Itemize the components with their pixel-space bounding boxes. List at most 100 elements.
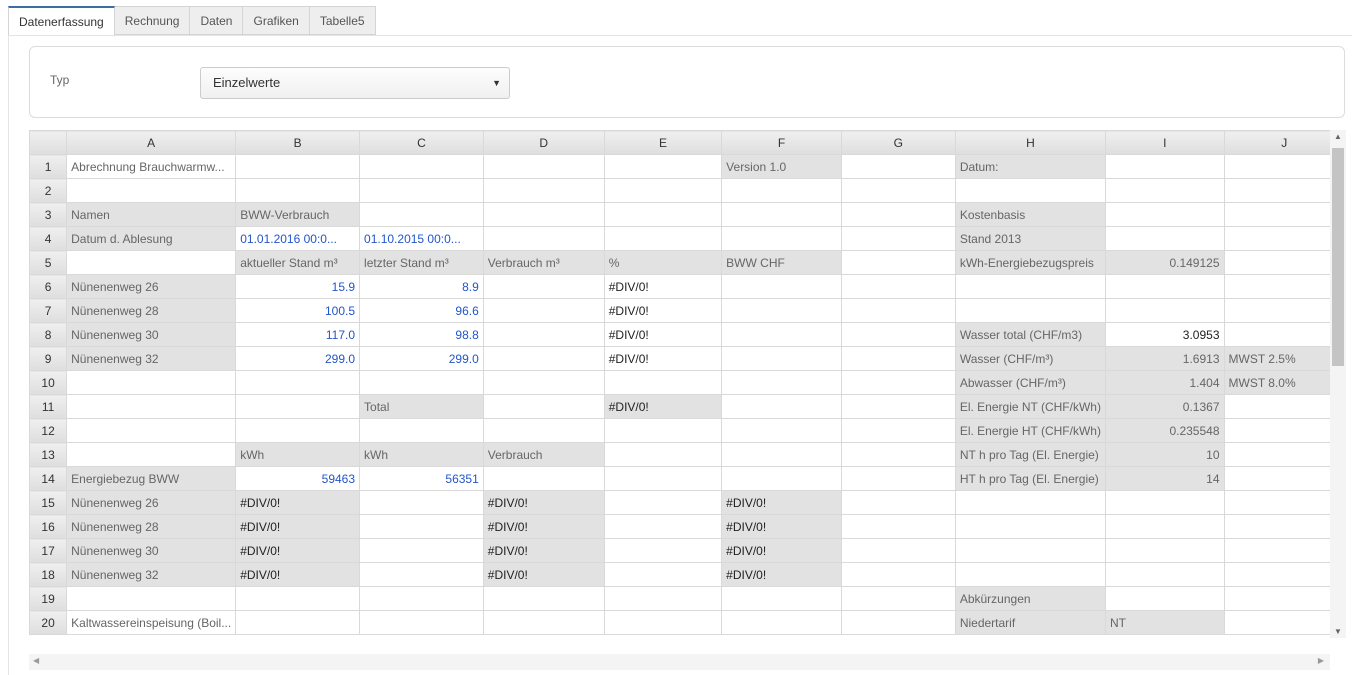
cell-f17[interactable]: #DIV/0! [721,538,842,563]
cell-h3[interactable]: Kostenbasis [954,202,1106,227]
cell-a2[interactable] [66,178,237,203]
cell-i16[interactable] [1104,514,1225,539]
cell-g1[interactable] [840,154,956,179]
cell-h16[interactable] [954,514,1106,539]
cell-c10[interactable] [359,370,484,395]
cell-g11[interactable] [840,394,956,419]
cell-c11[interactable]: Total [359,394,484,419]
cell-b15[interactable]: #DIV/0! [235,490,361,515]
cell-f9[interactable] [721,346,842,371]
row-header[interactable]: 7 [29,298,68,323]
cell-d11[interactable] [482,394,605,419]
cell-g8[interactable] [840,322,956,347]
cell-j4[interactable] [1223,226,1345,251]
cell-a11[interactable] [66,394,237,419]
cell-d6[interactable] [482,274,605,299]
cell-d1[interactable] [482,154,605,179]
cell-d15[interactable]: #DIV/0! [482,490,605,515]
cell-f3[interactable] [721,202,842,227]
cell-g13[interactable] [840,442,956,467]
cell-a5[interactable] [66,250,237,275]
cell-i4[interactable] [1104,226,1225,251]
cell-j6[interactable] [1223,274,1345,299]
row-header[interactable]: 17 [29,538,68,563]
cell-a8[interactable]: Nünenenweg 30 [66,322,237,347]
cell-h9[interactable]: Wasser (CHF/m³) [954,346,1106,371]
row-header[interactable]: 4 [29,226,68,251]
row-header[interactable]: 10 [29,370,68,395]
cell-e6[interactable]: #DIV/0! [603,274,723,299]
cell-c18[interactable] [359,562,484,587]
cell-h6[interactable] [954,274,1106,299]
row-header[interactable]: 13 [29,442,68,467]
cell-i13[interactable]: 10 [1104,442,1225,467]
cell-b18[interactable]: #DIV/0! [235,562,361,587]
cell-e1[interactable] [603,154,723,179]
row-header[interactable]: 16 [29,514,68,539]
cell-a18[interactable]: Nünenenweg 32 [66,562,237,587]
cell-c7[interactable]: 96.6 [359,298,484,323]
column-header-i[interactable]: I [1104,130,1225,155]
cell-c2[interactable] [359,178,484,203]
cell-e20[interactable] [603,610,723,635]
cell-i7[interactable] [1104,298,1225,323]
cell-e18[interactable] [603,562,723,587]
row-header[interactable]: 5 [29,250,68,275]
cell-f10[interactable] [721,370,842,395]
cell-h5[interactable]: kWh-Energiebezugspreis [954,250,1106,275]
cell-i1[interactable] [1104,154,1225,179]
cell-b8[interactable]: 117.0 [235,322,361,347]
cell-c19[interactable] [359,586,484,611]
cell-c4[interactable]: 01.10.2015 00:0... [359,226,484,251]
cell-b11[interactable] [235,394,361,419]
cell-j7[interactable] [1223,298,1345,323]
cell-d5[interactable]: Verbrauch m³ [482,250,605,275]
cell-b20[interactable] [235,610,361,635]
cell-i3[interactable] [1104,202,1225,227]
cell-d16[interactable]: #DIV/0! [482,514,605,539]
cell-j18[interactable] [1223,562,1345,587]
cell-g14[interactable] [840,466,956,491]
cell-j2[interactable] [1223,178,1345,203]
cell-c14[interactable]: 56351 [359,466,484,491]
column-header-c[interactable]: C [359,130,484,155]
cell-a4[interactable]: Datum d. Ablesung [66,226,237,251]
cell-i10[interactable]: 1.404 [1104,370,1225,395]
cell-e8[interactable]: #DIV/0! [603,322,723,347]
cell-i17[interactable] [1104,538,1225,563]
cell-i2[interactable] [1104,178,1225,203]
cell-g18[interactable] [840,562,956,587]
cell-h12[interactable]: El. Energie HT (CHF/kWh) [954,418,1106,443]
column-header-e[interactable]: E [603,130,723,155]
cell-e19[interactable] [603,586,723,611]
cell-a10[interactable] [66,370,237,395]
cell-f11[interactable] [721,394,842,419]
cell-j10[interactable]: MWST 8.0% [1223,370,1345,395]
cell-a17[interactable]: Nünenenweg 30 [66,538,237,563]
cell-g10[interactable] [840,370,956,395]
tab-daten[interactable]: Daten [190,6,244,35]
cell-j5[interactable] [1223,250,1345,275]
cell-g12[interactable] [840,418,956,443]
cell-i14[interactable]: 14 [1104,466,1225,491]
cell-h17[interactable] [954,538,1106,563]
cell-j1[interactable] [1223,154,1345,179]
cell-a16[interactable]: Nünenenweg 28 [66,514,237,539]
row-header[interactable]: 14 [29,466,68,491]
cell-e5[interactable]: % [603,250,723,275]
cell-b16[interactable]: #DIV/0! [235,514,361,539]
arrow-right-icon[interactable]: ▶ [1318,656,1324,665]
cell-h14[interactable]: HT h pro Tag (El. Energie) [954,466,1106,491]
cell-a14[interactable]: Energiebezug BWW [66,466,237,491]
cell-c8[interactable]: 98.8 [359,322,484,347]
cell-d2[interactable] [482,178,605,203]
cell-d12[interactable] [482,418,605,443]
cell-g2[interactable] [840,178,956,203]
cell-a20[interactable]: Kaltwassereinspeisung (Boil... [66,610,237,635]
cell-c12[interactable] [359,418,484,443]
cell-b14[interactable]: 59463 [235,466,361,491]
cell-c17[interactable] [359,538,484,563]
cell-g20[interactable] [840,610,956,635]
cell-i9[interactable]: 1.6913 [1104,346,1225,371]
row-header[interactable]: 8 [29,322,68,347]
